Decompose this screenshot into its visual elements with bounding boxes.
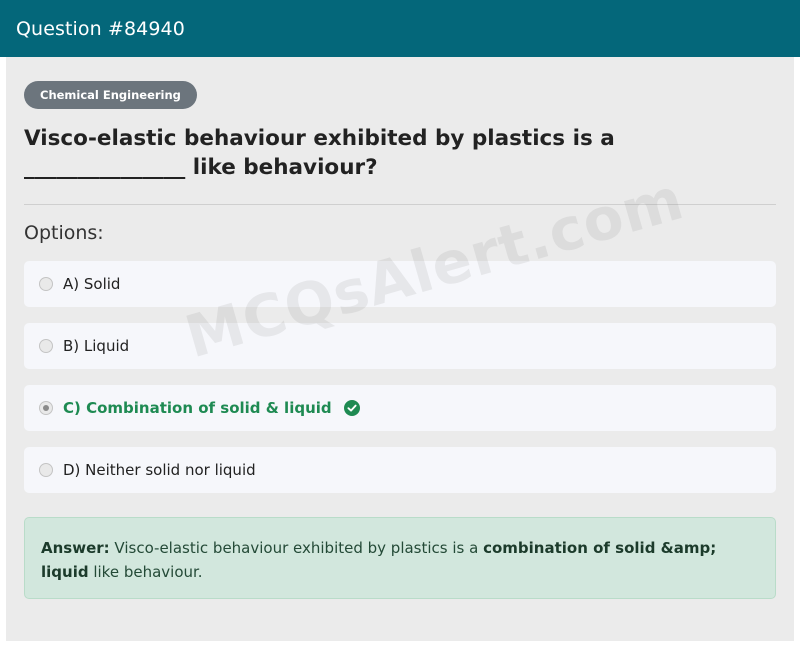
radio-option-d[interactable] (39, 463, 53, 477)
header-bar: Question #84940 (0, 0, 800, 57)
answer-box: Answer: Visco-elastic behaviour exhibite… (24, 517, 776, 599)
answer-prefix: Answer: (41, 539, 110, 557)
option-a[interactable]: A) Solid (24, 261, 776, 307)
options-heading: Options: (24, 222, 104, 244)
radio-option-c[interactable] (39, 401, 53, 415)
divider (24, 204, 776, 205)
check-circle-icon (343, 400, 360, 416)
question-text: Visco-elastic behaviour exhibited by pla… (24, 126, 615, 180)
option-d[interactable]: D) Neither solid nor liquid (24, 447, 776, 493)
category-badge[interactable]: Chemical Engineering (24, 81, 197, 109)
question-card: Chemical Engineering Visco-elastic behav… (6, 57, 794, 641)
option-d-label: D) Neither solid nor liquid (63, 461, 256, 479)
option-c-label: C) Combination of solid & liquid (63, 399, 332, 417)
option-c[interactable]: C) Combination of solid & liquid (24, 385, 776, 431)
answer-text-before: Visco-elastic behaviour exhibited by pla… (109, 539, 484, 557)
radio-option-a[interactable] (39, 277, 53, 291)
page-title: Question #84940 (16, 17, 185, 40)
answer-text-after: like behaviour. (88, 563, 203, 581)
radio-option-b[interactable] (39, 339, 53, 353)
option-b-label: B) Liquid (63, 337, 130, 355)
option-a-label: A) Solid (63, 275, 121, 293)
page-footer-space (0, 641, 800, 672)
option-b[interactable]: B) Liquid (24, 323, 776, 369)
